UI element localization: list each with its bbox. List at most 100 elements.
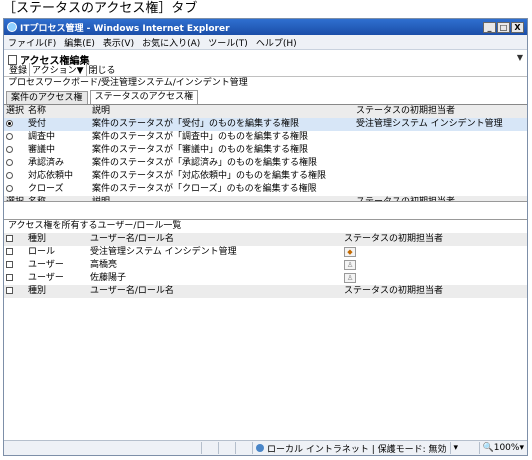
status-row[interactable]: 承認済み 案件のステータスが「承認済み」のものを編集する権限 bbox=[4, 157, 527, 170]
status-initial: 受注管理システム インシデント管理 bbox=[354, 118, 527, 131]
status-desc: 案件のステータスが「対応依頼中」のものを編集する権限 bbox=[92, 171, 327, 181]
collapse-icon[interactable]: ▼ bbox=[517, 53, 523, 62]
user-table-header: 種別 ユーザー名/ロール名 ステータスの初期担当者 bbox=[4, 233, 527, 246]
status-radio[interactable] bbox=[6, 133, 13, 140]
status-desc: 案件のステータスが「承認済み」のものを編集する権限 bbox=[92, 158, 318, 168]
status-row[interactable]: クローズ 案件のステータスが「クローズ」のものを編集する権限 bbox=[4, 183, 527, 196]
col-user-name: ユーザー名/ロール名 bbox=[88, 285, 342, 298]
user-assign-icon[interactable]: ♙ bbox=[344, 272, 356, 283]
zoom-icon: 🔍 bbox=[482, 443, 494, 453]
status-desc: 案件のステータスが「調査中」のものを編集する権限 bbox=[92, 132, 309, 142]
user-name: 高橋亮 bbox=[90, 260, 118, 270]
security-zone-text: ローカル イントラネット | 保護モード: 無効 bbox=[267, 444, 447, 455]
status-desc: 案件のステータスが「審議中」のものを編集する権限 bbox=[92, 145, 309, 155]
status-radio[interactable] bbox=[6, 159, 13, 166]
status-radio[interactable] bbox=[6, 146, 13, 153]
tab-status-access[interactable]: ステータスのアクセス権 bbox=[89, 90, 199, 104]
status-name: 対応依頼中 bbox=[28, 171, 74, 181]
globe-icon bbox=[256, 444, 264, 452]
status-table-panel: 選択 名称 説明 ステータスの初期担当者 受付 案件のステータスが「受付」のもの… bbox=[4, 105, 527, 202]
user-type: ユーザー bbox=[28, 260, 64, 270]
app-toolbar: 登録 アクション▼ 閉じる bbox=[7, 63, 118, 76]
user-checkbox[interactable] bbox=[6, 261, 13, 268]
maximize-button[interactable]: □ bbox=[497, 21, 510, 33]
tab-item-access[interactable]: 案件のアクセス権 bbox=[6, 91, 88, 104]
status-name: 承認済み bbox=[28, 158, 65, 168]
action-menu-button[interactable]: アクション▼ bbox=[30, 63, 87, 76]
select-all-checkbox[interactable] bbox=[6, 287, 13, 294]
status-name: クローズ bbox=[28, 184, 64, 194]
col-user-initial: ステータスの初期担当者 bbox=[342, 285, 527, 298]
user-checkbox[interactable] bbox=[6, 248, 13, 255]
menu-help[interactable]: ヘルプ(H) bbox=[256, 36, 297, 49]
zoom-level: 100% bbox=[493, 443, 520, 453]
menu-view[interactable]: 表示(V) bbox=[103, 36, 134, 49]
col-initial: ステータスの初期担当者 bbox=[354, 105, 527, 118]
col-user-name: ユーザー名/ロール名 bbox=[88, 233, 342, 246]
user-row[interactable]: ロール 受注管理システム インシデント管理 ◆ bbox=[4, 246, 527, 259]
status-radio[interactable] bbox=[6, 185, 13, 192]
user-type: ロール bbox=[28, 247, 56, 257]
user-assign-icon[interactable]: ♙ bbox=[344, 259, 356, 270]
zoom-control[interactable]: 🔍 100% ▾ bbox=[478, 442, 527, 454]
app-header: アクセス権編集 ▼ 登録 アクション▼ 閉じる bbox=[4, 50, 527, 77]
protected-mode-icon[interactable]: ▾ bbox=[449, 442, 479, 454]
close-window-button[interactable]: X bbox=[511, 21, 524, 33]
ie-icon bbox=[7, 22, 17, 32]
user-table-footer: 種別 ユーザー名/ロール名 ステータスの初期担当者 bbox=[4, 285, 527, 298]
status-table-header: 選択 名称 説明 ステータスの初期担当者 bbox=[4, 105, 527, 118]
status-desc: 案件のステータスが「クローズ」のものを編集する権限 bbox=[92, 184, 317, 194]
status-desc: 案件のステータスが「受付」のものを編集する権限 bbox=[90, 118, 355, 131]
breadcrumb: プロセスワークボード/受注管理システム/インシデント管理 bbox=[8, 78, 248, 88]
user-name: 佐藤陽子 bbox=[90, 273, 127, 283]
status-initial bbox=[354, 144, 527, 157]
menu-favorites[interactable]: お気に入り(A) bbox=[142, 36, 200, 49]
security-zone: ローカル イントラネット | 保護モード: 無効 bbox=[252, 442, 450, 455]
window-title: ITプロセス管理 - Windows Internet Explorer bbox=[20, 23, 230, 34]
user-row[interactable]: ユーザー 高橋亮 ♙ bbox=[4, 259, 527, 272]
col-type: 種別 bbox=[26, 285, 88, 298]
col-name: 名称 bbox=[26, 105, 91, 118]
status-table: 選択 名称 説明 ステータスの初期担当者 受付 案件のステータスが「受付」のもの… bbox=[4, 105, 527, 201]
col-user-initial: ステータスの初期担当者 bbox=[342, 233, 527, 246]
menu-edit[interactable]: 編集(E) bbox=[64, 36, 95, 49]
user-row[interactable]: ユーザー 佐藤陽子 ♙ bbox=[4, 272, 527, 285]
user-list-title: アクセス権を所有するユーザー/ロール一覧 bbox=[4, 219, 527, 233]
status-initial bbox=[354, 157, 527, 170]
status-name: 審議中 bbox=[28, 145, 56, 155]
status-bar: ローカル イントラネット | 保護モード: 無効 ▾ 🔍 100% ▾ bbox=[4, 440, 527, 455]
status-initial bbox=[354, 183, 527, 196]
col-type: 種別 bbox=[26, 233, 88, 246]
user-table: 種別 ユーザー名/ロール名 ステータスの初期担当者 ロール 受注管理システム イ… bbox=[4, 233, 527, 298]
menu-file[interactable]: ファイル(F) bbox=[8, 36, 56, 49]
select-all-checkbox[interactable] bbox=[6, 235, 13, 242]
status-name: 受付 bbox=[26, 118, 91, 131]
status-initial bbox=[354, 131, 527, 144]
window-controls: _ □ X bbox=[483, 21, 524, 33]
role-assign-icon[interactable]: ◆ bbox=[344, 246, 356, 257]
col-select: 選択 bbox=[4, 105, 27, 118]
status-row[interactable]: 受付 案件のステータスが「受付」のものを編集する権限 受注管理システム インシデ… bbox=[4, 118, 527, 131]
splitter[interactable] bbox=[4, 202, 527, 219]
status-radio[interactable] bbox=[6, 172, 13, 179]
user-checkbox[interactable] bbox=[6, 274, 13, 281]
close-button[interactable]: 閉じる bbox=[87, 63, 118, 76]
menu-tools[interactable]: ツール(T) bbox=[208, 36, 248, 49]
status-radio[interactable] bbox=[6, 120, 13, 127]
browser-window: ITプロセス管理 - Windows Internet Explorer _ □… bbox=[3, 18, 528, 456]
status-initial bbox=[354, 170, 527, 183]
menu-bar: ファイル(F) 編集(E) 表示(V) お気に入り(A) ツール(T) ヘルプ(… bbox=[4, 35, 527, 50]
status-row[interactable]: 調査中 案件のステータスが「調査中」のものを編集する権限 bbox=[4, 131, 527, 144]
register-button[interactable]: 登録 bbox=[7, 63, 31, 76]
chevron-down-icon: ▾ bbox=[519, 443, 524, 453]
user-name: 受注管理システム インシデント管理 bbox=[90, 247, 237, 257]
col-desc: 説明 bbox=[90, 105, 355, 118]
minimize-button[interactable]: _ bbox=[483, 21, 496, 33]
status-row[interactable]: 対応依頼中 案件のステータスが「対応依頼中」のものを編集する権限 bbox=[4, 170, 527, 183]
status-row[interactable]: 審議中 案件のステータスが「審議中」のものを編集する権限 bbox=[4, 144, 527, 157]
status-name: 調査中 bbox=[28, 132, 56, 142]
user-type: ユーザー bbox=[28, 273, 64, 283]
figure-caption: ［ステータスのアクセス権］タブ bbox=[3, 1, 198, 16]
tab-strip: 案件のアクセス権 ステータスのアクセス権 bbox=[4, 90, 527, 105]
window-titlebar: ITプロセス管理 - Windows Internet Explorer _ □… bbox=[4, 19, 527, 35]
